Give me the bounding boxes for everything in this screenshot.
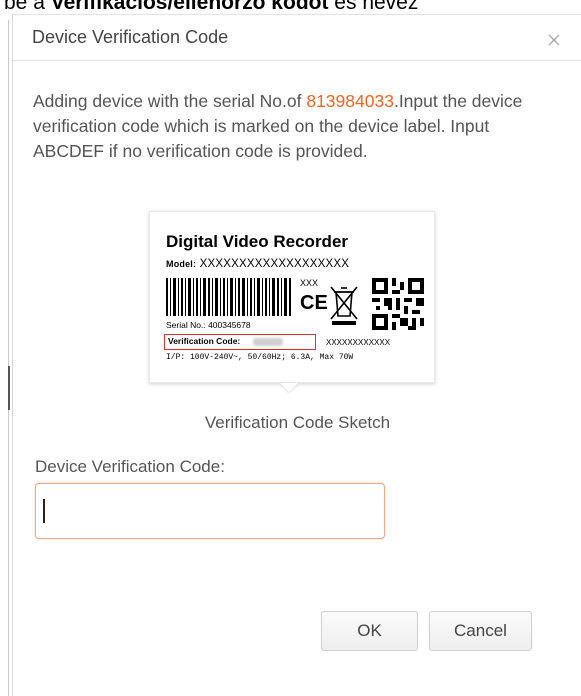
recycle-bin-icon <box>330 286 358 325</box>
label-right-text: XXXXXXXXXXXX <box>326 338 391 347</box>
dialog-title: Device Verification Code <box>32 27 229 47</box>
device-label-sketch: Digital Video Recorder Model: XXXXXXXXXX… <box>149 211 435 383</box>
label-power: I/P: 100V-240V~, 50/60Hz; 6.3A, Max 70W <box>166 353 354 362</box>
verification-code-highlight: Verification Code: <box>164 334 316 350</box>
dialog-message: Adding device with the serial No.of 8139… <box>33 91 523 161</box>
barcode-icon <box>166 278 291 316</box>
close-icon <box>548 34 560 46</box>
label-model: Model: XXXXXXXXXXXXXXXXXXX <box>166 258 350 270</box>
verification-code-blurred <box>253 338 283 346</box>
verification-code-label: Device Verification Code: <box>35 457 225 476</box>
ce-mark-icon: CE <box>300 292 328 314</box>
cancel-button[interactable]: Cancel <box>429 611 532 651</box>
verification-code-dialog: Device Verification Code Adding device w… <box>12 14 581 696</box>
label-small-text: XXX <box>300 278 319 288</box>
background-window-edge <box>8 20 9 696</box>
text-caret <box>43 499 45 523</box>
qr-code-icon <box>372 278 424 330</box>
label-verification: Verification Code: <box>168 336 241 346</box>
background-text-cursor <box>8 366 10 410</box>
dialog-header: Device Verification Code <box>13 15 581 61</box>
sketch-caption: Verification Code Sketch <box>204 413 391 432</box>
sketch-pointer <box>280 383 298 392</box>
verification-code-input[interactable] <box>35 483 385 539</box>
serial-number: 813984033 <box>306 91 394 111</box>
label-serial: Serial No.: 400345678 <box>166 320 251 330</box>
ok-button[interactable]: OK <box>321 611 418 651</box>
close-button[interactable] <box>543 29 565 51</box>
label-title: Digital Video Recorder <box>166 232 349 251</box>
